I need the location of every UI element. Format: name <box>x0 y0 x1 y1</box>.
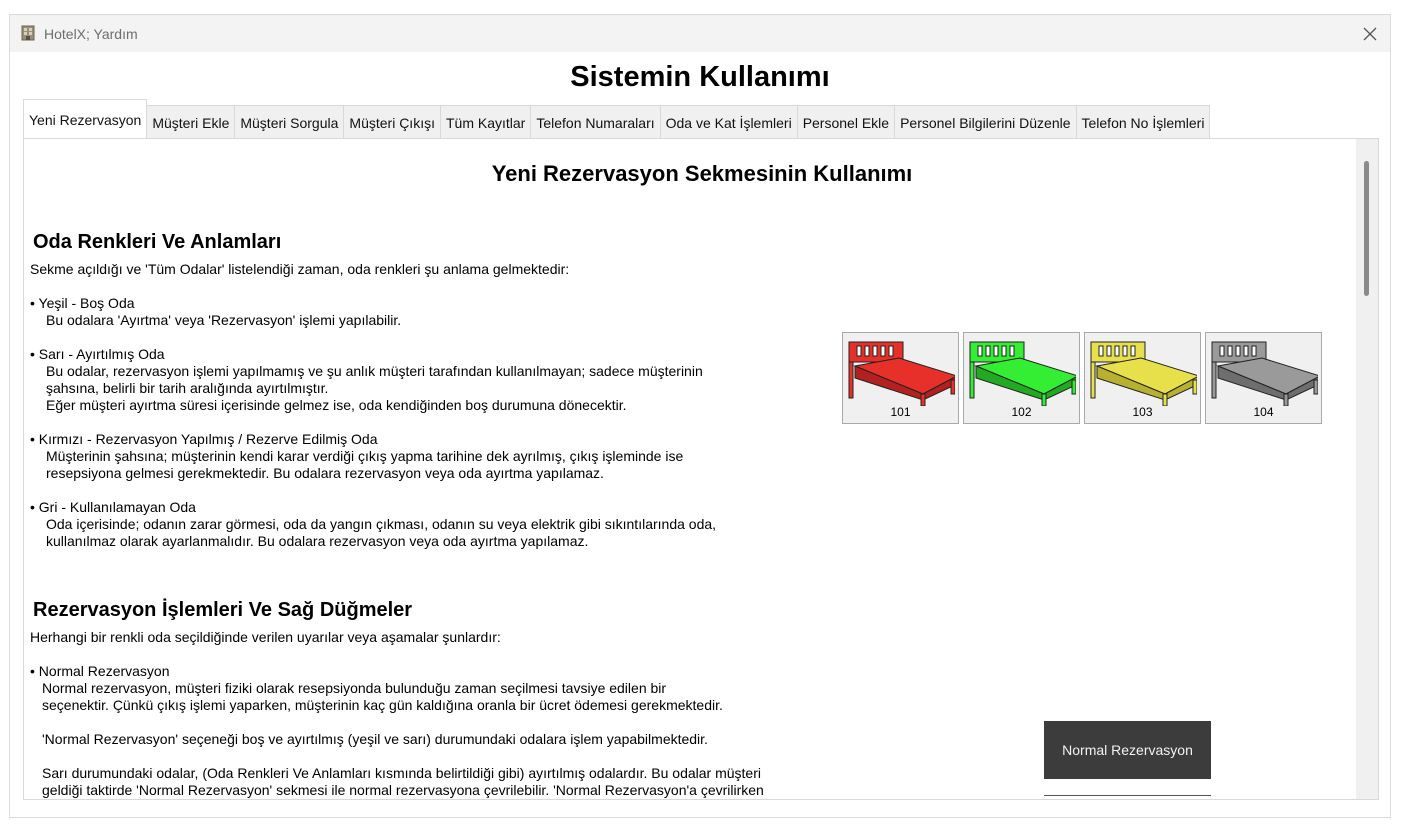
room-number: 104 <box>1253 405 1274 419</box>
bed-yellow-icon <box>1090 341 1197 406</box>
title-bar: HotelX; Yardım <box>10 15 1390 52</box>
bed-shape <box>969 341 1076 406</box>
bed-shape <box>848 341 955 406</box>
room-number: 101 <box>890 405 911 419</box>
tab-tum-kayitlar[interactable]: Tüm Kayıtlar <box>440 105 532 139</box>
help-window: HotelX; Yardım Sistemin Kullanımı Yeni R… <box>9 14 1391 818</box>
room-number: 103 <box>1132 405 1153 419</box>
list-item-title: • Kırmızı - Rezervasyon Yapılmış / Rezer… <box>30 431 378 447</box>
window-title: HotelX; Yardım <box>44 26 138 42</box>
tab-musteri-ekle[interactable]: Müşteri Ekle <box>147 105 236 139</box>
list-item-text: resepsiyona gelmesi gerekmektedir. Bu od… <box>46 465 604 481</box>
app-icon <box>21 25 35 41</box>
normal-reservation-button: Normal Rezervasyon <box>1044 721 1211 779</box>
close-button[interactable] <box>1350 15 1390 52</box>
room-tile-104[interactable]: 104 <box>1205 332 1322 424</box>
list-item-text: Bu odalara 'Ayırtma' veya 'Rezervasyon' … <box>46 312 402 328</box>
room-number: 102 <box>1011 405 1032 419</box>
list-item-title: • Normal Rezervasyon <box>30 663 170 679</box>
room-tile-101[interactable]: 101 <box>842 332 959 424</box>
list-item-text: şahsına, belirli bir tarih aralığında ay… <box>46 380 329 396</box>
close-icon <box>1363 27 1377 41</box>
list-item-text: Oda içerisinde; odanın zarar görmesi, od… <box>46 516 717 532</box>
scrollbar-thumb[interactable] <box>1364 161 1369 296</box>
list-item-text: Bu odalar, rezervasyon işlemi yapılmamış… <box>46 363 703 379</box>
tab-musteri-sorgula[interactable]: Müşteri Sorgula <box>235 105 345 139</box>
room-legend: 101 102 103 104 <box>842 332 1322 424</box>
tab-oda-kat-islemleri[interactable]: Oda ve Kat İşlemleri <box>660 105 798 139</box>
scrollbar[interactable] <box>1356 139 1378 799</box>
section-heading-room-colors: Oda Renkleri Ve Anlamları <box>33 231 282 253</box>
tab-telefon-no-islemleri[interactable]: Telefon No İşlemleri <box>1076 105 1211 139</box>
tab-bar: Yeni Rezervasyon Müşteri Ekle Müşteri So… <box>23 99 1211 139</box>
list-item-text: Sarı durumundaki odalar, (Oda Renkleri V… <box>42 765 761 781</box>
tab-personel-ekle[interactable]: Personel Ekle <box>797 105 896 139</box>
content-title: Yeni Rezervasyon Sekmesinin Kullanımı <box>491 161 913 186</box>
tab-musteri-cikisi[interactable]: Müşteri Çıkışı <box>344 105 441 139</box>
list-item-text: geldiği taktirde 'Normal Rezervasyon' se… <box>42 782 764 798</box>
room-tile-103[interactable]: 103 <box>1084 332 1201 424</box>
list-item-text: 'Normal Rezervasyon' seçeneği boş ve ayı… <box>42 731 708 747</box>
section-intro: Herhangi bir renkli oda seçildiğinde ver… <box>30 629 501 645</box>
section-intro: Sekme açıldığı ve 'Tüm Odalar' listelend… <box>30 261 570 277</box>
list-item-title: • Yeşil - Boş Oda <box>30 295 135 311</box>
list-item-title: • Gri - Kullanılamayan Oda <box>30 499 196 515</box>
list-item-text: Eğer müşteri ayırtma süresi içerisinde g… <box>46 397 627 413</box>
section-heading-reservation-actions: Rezervasyon İşlemleri Ve Sağ Düğmeler <box>33 599 413 621</box>
bed-green-icon <box>969 341 1076 406</box>
list-item-text: kullanılmaz olarak ayarlanmalıdır. Bu od… <box>46 533 589 549</box>
tab-content: Yeni Rezervasyon Sekmesinin Kullanımı Od… <box>23 138 1379 800</box>
list-item-text: seçenektir. Çünkü çıkış işlemi yaparken,… <box>42 697 723 713</box>
tab-yeni-rezervasyon[interactable]: Yeni Rezervasyon <box>23 99 148 139</box>
list-item-title: • Sarı - Ayırtılmış Oda <box>30 346 165 362</box>
list-item-text: Normal rezervasyon, müşteri fiziki olara… <box>42 680 667 696</box>
bed-gray-icon <box>1211 341 1318 406</box>
next-example-button <box>1044 795 1211 799</box>
tab-telefon-numaralari[interactable]: Telefon Numaraları <box>531 105 661 139</box>
list-item-text: Müşterinin şahsına; müşterinin kendi kar… <box>46 448 684 464</box>
bed-red-icon <box>848 341 955 406</box>
bed-shape <box>1090 341 1197 406</box>
room-tile-102[interactable]: 102 <box>963 332 1080 424</box>
bed-shape <box>1211 341 1318 406</box>
tab-personel-duzenle[interactable]: Personel Bilgilerini Düzenle <box>895 105 1077 139</box>
page-title: Sistemin Kullanımı <box>570 61 830 93</box>
